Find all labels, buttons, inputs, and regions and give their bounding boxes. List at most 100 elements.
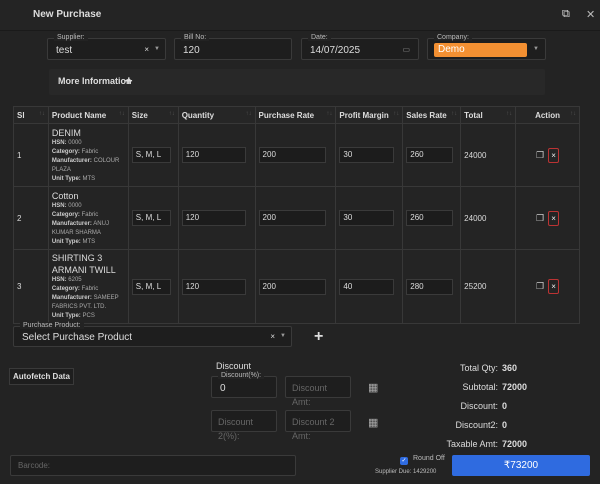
column-header[interactable]: Purchase Rate ↑↓ xyxy=(254,106,337,124)
copy-icon[interactable]: ❐ xyxy=(536,150,544,161)
column-label: Sl xyxy=(17,110,25,120)
sort-icon[interactable]: ↑↓ xyxy=(393,111,399,117)
purchase-rate-input[interactable]: 200 xyxy=(258,210,327,226)
discount-percent-input[interactable]: Discount(%): 0 xyxy=(211,372,277,398)
sort-icon[interactable]: ↑↓ xyxy=(326,111,332,117)
discount-amount-input[interactable]: Discount Amt: xyxy=(285,376,351,407)
delete-row-button[interactable]: × xyxy=(548,210,560,226)
column-header[interactable]: Product Name ↑↓ xyxy=(47,106,129,124)
clear-icon[interactable]: × xyxy=(144,45,149,54)
column-header[interactable]: Quantity ↑↓ xyxy=(177,106,256,124)
summary-row: Total Qty: 360 xyxy=(380,363,540,382)
column-label: Action xyxy=(535,110,560,120)
row-total: 25200 xyxy=(460,249,517,324)
chevron-down-icon[interactable]: ▼ xyxy=(154,46,160,52)
date-label: Date: xyxy=(308,34,331,41)
discount2-amount-input[interactable]: Discount 2 Amt: xyxy=(285,410,351,441)
supplier-due: Supplier Due: 1429200 xyxy=(375,469,437,475)
clear-icon[interactable]: × xyxy=(270,332,275,341)
save-total-button[interactable]: ₹73200 xyxy=(452,455,590,476)
company-value: Demo xyxy=(434,43,527,57)
meta-label: HSN: xyxy=(51,139,67,146)
date-value: 14/07/2025 xyxy=(310,45,361,56)
autofetch-data-button[interactable]: Autofetch Data xyxy=(9,368,74,385)
chevron-down-icon[interactable]: ▼ xyxy=(533,46,539,52)
column-header[interactable]: Sales Rate ↑↓ xyxy=(402,106,462,124)
copy-icon[interactable]: ❐ xyxy=(536,281,544,292)
round-off-checkbox[interactable]: ✓ xyxy=(400,457,408,465)
calculator-icon[interactable]: ▦ xyxy=(368,381,378,394)
table-row: 3 SHIRTING 3 ARMANI TWILL HSN: 6205 Catego… xyxy=(13,249,580,324)
chevron-down-icon[interactable]: ▼ xyxy=(280,333,286,339)
more-information-toggle[interactable]: More Information + xyxy=(49,69,545,95)
sort-icon[interactable]: ↑↓ xyxy=(39,111,45,117)
bill-no-label: Bill No: xyxy=(181,34,210,41)
category-value: Fabric xyxy=(81,286,99,292)
hsn-value: 0000 xyxy=(68,202,82,209)
discount-percent-label: Discount(%): xyxy=(218,372,265,379)
calculator-icon[interactable]: ▦ xyxy=(368,416,378,429)
column-label: Total xyxy=(464,110,483,120)
date-input[interactable]: Date: 14/07/2025 ▭ xyxy=(301,34,419,60)
column-header[interactable]: Profit Margin ↑↓ xyxy=(335,106,404,124)
sales-rate-input[interactable]: 260 xyxy=(406,147,454,163)
size-input[interactable]: S, M, L xyxy=(131,278,172,295)
meta-label: Unit Type: xyxy=(51,313,81,319)
product-name: Cotton xyxy=(51,190,79,201)
serial-number: 1 xyxy=(13,123,49,187)
quantity-input[interactable]: 120 xyxy=(181,147,246,163)
profit-margin-input[interactable]: 40 xyxy=(339,278,395,295)
sort-icon[interactable]: ↑↓ xyxy=(246,111,252,117)
bill-no-input[interactable]: Bill No: 120 xyxy=(174,34,292,60)
barcode-input[interactable]: Barcode: xyxy=(10,455,296,476)
round-off-label: Round Off xyxy=(413,455,445,462)
delete-row-button[interactable]: × xyxy=(548,147,560,163)
serial-number: 2 xyxy=(13,186,49,250)
purchase-product-label: Purchase Product: xyxy=(20,322,84,329)
column-label: Product Name xyxy=(51,110,107,120)
delete-row-button[interactable]: × xyxy=(548,279,560,294)
size-input[interactable]: S, M, L xyxy=(131,147,172,163)
supplier-select[interactable]: Supplier: test × ▼ xyxy=(47,34,166,60)
summary-label: Subtotal: xyxy=(462,382,498,392)
column-label: Quantity xyxy=(181,110,215,120)
quantity-input[interactable]: 120 xyxy=(181,210,246,226)
column-header[interactable]: Size ↑↓ xyxy=(127,106,179,124)
hsn-value: 6205 xyxy=(68,277,82,283)
sort-icon[interactable]: ↑↓ xyxy=(506,111,512,117)
add-product-button[interactable]: + xyxy=(314,328,323,346)
summary-row: Discount: 0 xyxy=(380,401,540,420)
size-input[interactable]: S, M, L xyxy=(131,210,172,226)
sales-rate-input[interactable]: 260 xyxy=(406,210,454,226)
sort-icon[interactable]: ↑↓ xyxy=(169,111,175,117)
quantity-input[interactable]: 120 xyxy=(181,278,246,295)
purchase-rate-input[interactable]: 200 xyxy=(258,278,327,295)
column-label: Size xyxy=(131,110,148,120)
company-select[interactable]: Company: Demo ▼ xyxy=(427,34,546,60)
column-header[interactable]: Sl ↑↓ xyxy=(13,106,49,124)
close-icon[interactable]: ✕ xyxy=(586,8,595,21)
meta-label: Unit Type: xyxy=(51,238,81,245)
serial-number: 3 xyxy=(13,249,49,324)
calendar-icon[interactable]: ▭ xyxy=(402,45,410,54)
summary-value: 72000 xyxy=(502,439,528,449)
sort-icon[interactable]: ↑↓ xyxy=(570,111,576,117)
table-row: 2 Cotton HSN: 0000 Category: Fabric Manufac… xyxy=(13,186,580,250)
external-link-icon[interactable]: ⧉ xyxy=(562,8,570,21)
profit-margin-input[interactable]: 30 xyxy=(339,147,395,163)
copy-icon[interactable]: ❐ xyxy=(536,213,544,224)
sort-icon[interactable]: ↑↓ xyxy=(119,111,125,117)
meta-label: Manufacturer: xyxy=(51,220,92,227)
profit-margin-input[interactable]: 30 xyxy=(339,210,395,226)
sales-rate-input[interactable]: 280 xyxy=(406,278,454,295)
discount2-percent-input[interactable]: Discount 2(%): xyxy=(211,410,277,441)
purchase-rate-input[interactable]: 200 xyxy=(258,147,327,163)
product-name: DENIM xyxy=(51,127,81,138)
column-header[interactable]: Total ↑↓ xyxy=(460,106,517,124)
purchase-product-placeholder: Select Purchase Product xyxy=(22,332,133,343)
table-row: 1 DENIM HSN: 0000 Category: Fabric Manufact… xyxy=(13,123,580,187)
sort-icon[interactable]: ↑↓ xyxy=(451,111,457,117)
column-header[interactable]: Action ↑↓ xyxy=(515,106,580,124)
purchase-product-select[interactable]: Purchase Product: Select Purchase Produc… xyxy=(13,322,292,347)
meta-label: HSN: xyxy=(51,202,67,209)
